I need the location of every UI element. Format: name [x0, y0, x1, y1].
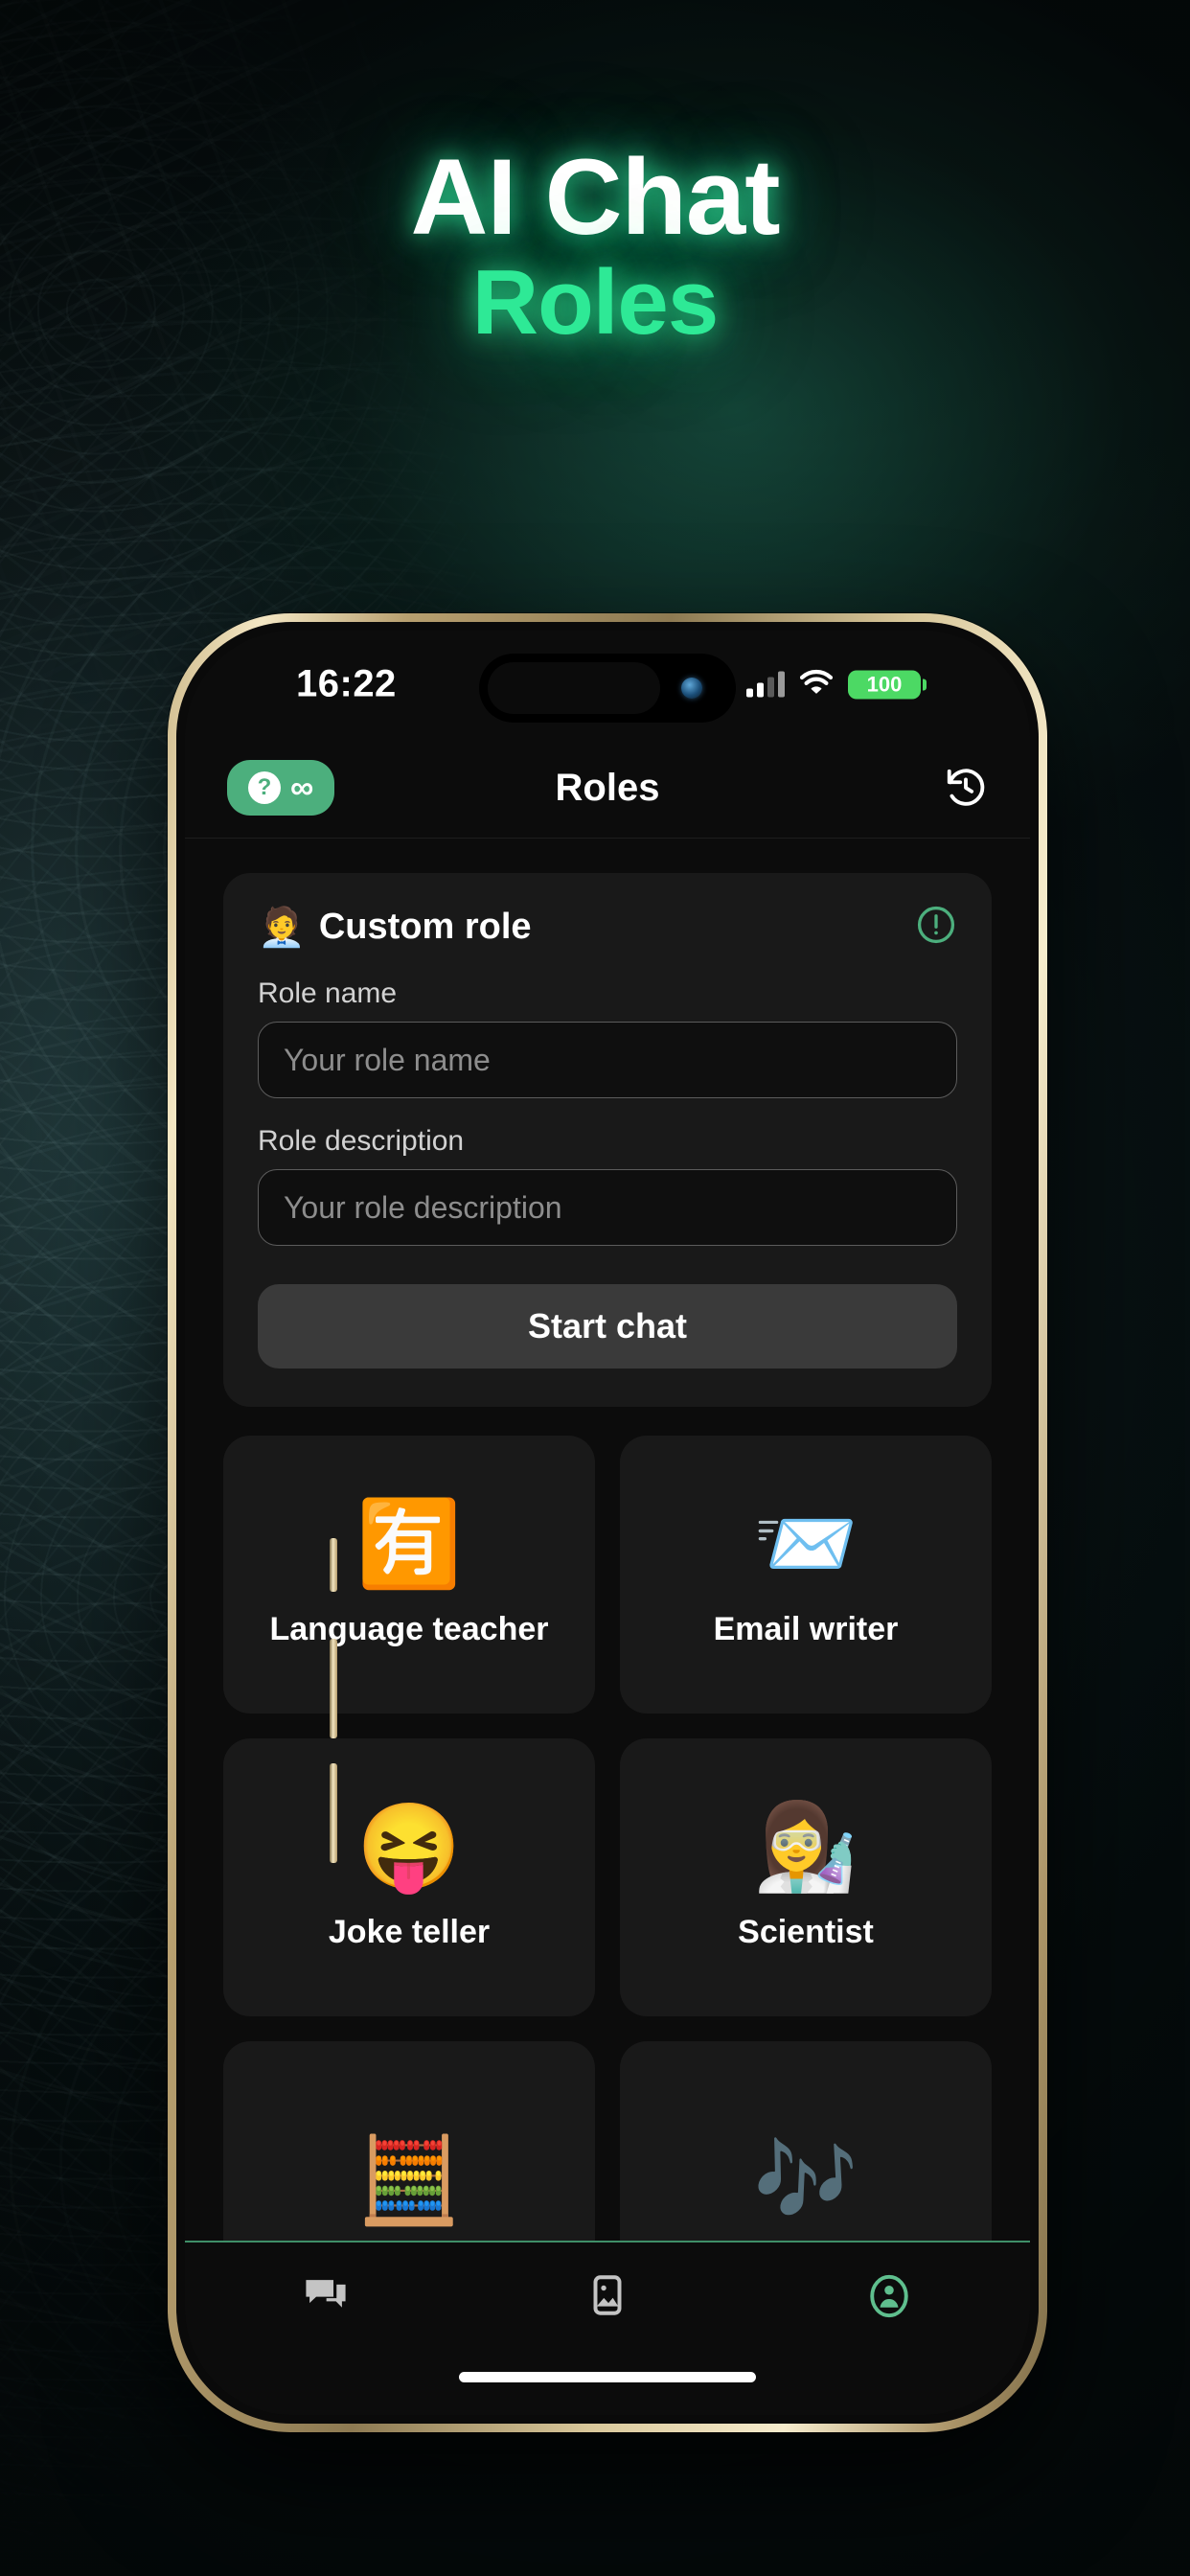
tab-bar [185, 2241, 1030, 2415]
info-exclamation-icon[interactable] [915, 904, 957, 951]
status-time: 16:22 [296, 662, 397, 705]
role-description-input[interactable]: Your role description [258, 1169, 957, 1246]
custom-role-person-icon: 🧑‍💼 [258, 906, 306, 949]
tab-chat[interactable] [185, 2271, 467, 2326]
profile-icon [864, 2271, 914, 2326]
start-chat-button[interactable]: Start chat [258, 1284, 957, 1368]
role-grid: 🈶 Language teacher 📨 Email writer 😝 Joke… [223, 1436, 992, 2241]
help-unlimited-badge[interactable]: ? ∞ [227, 760, 335, 816]
musical-notes-icon: 🎶 [753, 2132, 858, 2227]
role-card[interactable]: 👩‍🔬 Scientist [620, 1738, 992, 2016]
role-card[interactable]: 🈶 Language teacher [223, 1436, 595, 1714]
home-indicator [459, 2372, 756, 2382]
headline-line-2: Roles [471, 251, 719, 354]
custom-role-card: 🧑‍💼 Custom role Role name Your role name [223, 873, 992, 1407]
cellular-signal-icon [746, 671, 785, 697]
phone-screen: 16:22 100 [185, 631, 1030, 2415]
chat-bubbles-icon [301, 2271, 351, 2326]
volume-up-button[interactable] [330, 1639, 337, 1738]
role-card[interactable]: 😝 Joke teller [223, 1738, 595, 2016]
tab-images[interactable] [467, 2271, 748, 2324]
japanese-has-button-icon: 🈶 [356, 1495, 462, 1591]
role-card-label: Joke teller [328, 1913, 491, 1950]
role-card[interactable]: 🎶 [620, 2041, 992, 2241]
phone-mockup: 16:22 100 [168, 613, 1047, 2432]
abacus-calculator-icon: 🧮 [356, 2132, 462, 2227]
poster-headline: AI Chat Roles [0, 144, 1190, 352]
role-card-label: Email writer [713, 1610, 899, 1647]
status-bar: 16:22 100 [185, 631, 1030, 738]
infinity-icon: ∞ [290, 770, 314, 806]
silent-switch[interactable] [330, 1538, 337, 1592]
status-indicators: 100 [746, 669, 927, 700]
role-card[interactable]: 📨 Email writer [620, 1436, 992, 1714]
role-card-label: Scientist [738, 1913, 874, 1950]
role-card-label: Language teacher [269, 1610, 549, 1647]
role-name-input[interactable]: Your role name [258, 1022, 957, 1098]
woman-scientist-icon: 👩‍🔬 [753, 1798, 858, 1894]
custom-role-title: Custom role [318, 907, 532, 947]
tab-profile[interactable] [748, 2271, 1030, 2326]
custom-role-header: 🧑‍💼 Custom role [258, 904, 957, 951]
headline-line-1: AI Chat [410, 137, 781, 257]
island-pill [488, 662, 660, 714]
volume-down-button[interactable] [330, 1763, 337, 1863]
app-bar: ? ∞ Roles [185, 738, 1030, 839]
question-mark-icon: ? [248, 771, 281, 804]
incoming-envelope-icon: 📨 [753, 1495, 858, 1591]
battery-percent: 100 [848, 670, 921, 699]
role-card[interactable]: 🧮 [223, 2041, 595, 2241]
battery-icon: 100 [848, 670, 927, 699]
role-description-label: Role description [258, 1125, 465, 1157]
battery-tip [923, 678, 927, 690]
wifi-icon [799, 669, 834, 700]
roles-scroll-content[interactable]: 🧑‍💼 Custom role Role name Your role name [185, 839, 1030, 2241]
history-icon[interactable] [944, 766, 988, 810]
squinting-tongue-face-icon: 😝 [356, 1798, 462, 1894]
role-name-label: Role name [258, 978, 398, 1009]
front-camera-icon [681, 678, 702, 699]
dynamic-island [479, 654, 736, 723]
image-icon [584, 2271, 631, 2324]
phone-bezel: 16:22 100 [176, 622, 1039, 2424]
